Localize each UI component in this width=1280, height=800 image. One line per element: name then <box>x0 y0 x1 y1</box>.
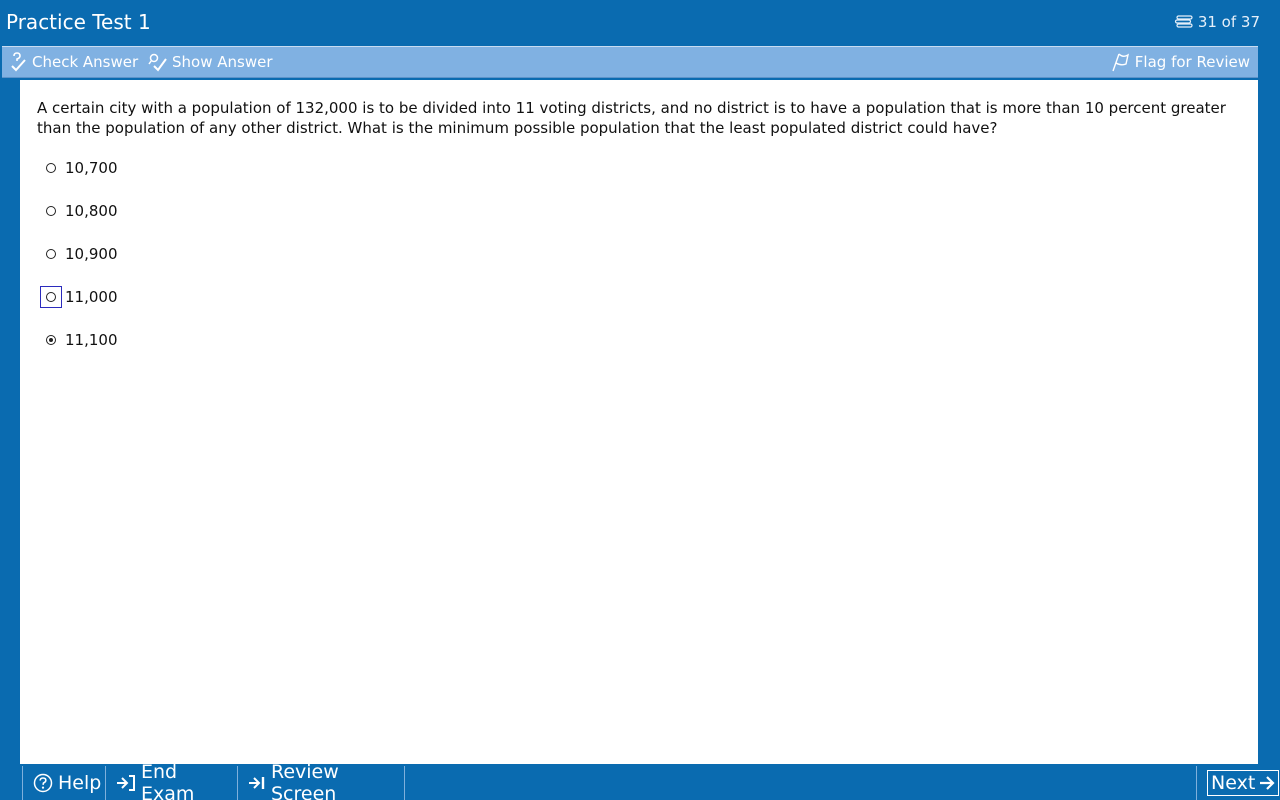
choice-label: 11,100 <box>65 331 118 349</box>
answer-choice[interactable]: 10,800 <box>40 199 118 223</box>
next-label: Next <box>1211 772 1256 794</box>
radio-button[interactable] <box>46 292 56 302</box>
end-exam-button[interactable]: End Exam <box>105 761 236 800</box>
check-answer-label: Check Answer <box>32 53 139 71</box>
answer-choice[interactable]: 11,100 <box>40 328 118 352</box>
title-bar: Practice Test 1 31 of 37 <box>0 0 1280 44</box>
show-answer-icon <box>148 52 168 72</box>
choice-label: 10,800 <box>65 202 118 220</box>
radio-focus-box <box>40 200 62 222</box>
radio-button[interactable] <box>46 163 56 173</box>
end-exam-label: End Exam <box>141 761 195 800</box>
next-arrow-icon <box>1259 775 1275 791</box>
choice-label: 10,700 <box>65 159 118 177</box>
answer-choice[interactable]: 10,700 <box>40 156 118 180</box>
show-answer-button[interactable]: Show Answer <box>148 47 273 77</box>
question-circle-icon <box>33 773 53 793</box>
radio-button[interactable] <box>46 206 56 216</box>
check-answer-icon <box>10 52 28 72</box>
radio-focus-box <box>40 243 62 265</box>
answer-choice[interactable]: 10,900 <box>40 242 118 266</box>
check-answer-button[interactable]: Check Answer <box>10 47 138 77</box>
answer-choice[interactable]: 11,000 <box>40 285 118 309</box>
help-label: Help <box>58 772 102 794</box>
radio-button[interactable] <box>46 335 56 345</box>
bottom-bar: Help End Exam Review Screen Next <box>0 761 1280 800</box>
review-screen-label: Review Screen <box>271 761 339 800</box>
next-button-frame: Next <box>1207 770 1280 796</box>
question-counter: 31 of 37 <box>1174 12 1260 32</box>
question-text: A certain city with a population of 132,… <box>37 99 1226 137</box>
radio-button[interactable] <box>46 249 56 259</box>
help-button[interactable]: Help <box>22 766 104 800</box>
review-screen-button[interactable]: Review Screen <box>237 761 405 800</box>
choice-label: 11,000 <box>65 288 118 306</box>
choice-label: 10,900 <box>65 245 118 263</box>
toolbar: Check Answer Show Answer Flag for Review <box>2 46 1258 78</box>
question-panel: A certain city with a population of 132,… <box>20 80 1258 764</box>
radio-focus-box <box>40 157 62 179</box>
question-counter-label: 31 of 37 <box>1197 13 1260 31</box>
next-button[interactable]: Next <box>1196 766 1280 800</box>
end-exam-arrow-icon <box>116 774 136 792</box>
flag-for-review-button[interactable]: Flag for Review <box>1111 47 1250 77</box>
radio-focus-box <box>40 286 62 308</box>
show-answer-label: Show Answer <box>172 53 273 71</box>
app-title: Practice Test 1 <box>6 10 151 34</box>
flag-for-review-label: Flag for Review <box>1134 53 1250 71</box>
stacked-pages-icon <box>1174 15 1194 29</box>
radio-focus-box <box>40 329 62 351</box>
review-arrow-icon <box>248 774 266 792</box>
flag-icon <box>1111 52 1131 72</box>
